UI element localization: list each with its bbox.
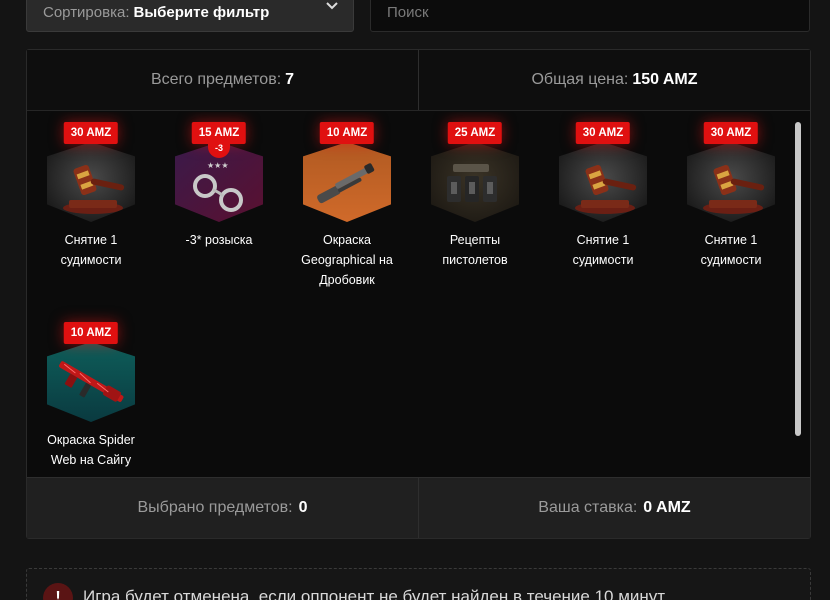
item-card[interactable]: 10 AMZ Окраска Spider Web на Сайгу xyxy=(31,312,151,472)
selection-summary: Выбрано предметов: 0 Ваша ставка: 0 AMZ xyxy=(27,477,810,538)
inventory-summary: Всего предметов: 7 Общая цена: 150 AMZ xyxy=(27,50,810,111)
item-name: Рецепты пистолетов xyxy=(415,230,535,270)
gavel-icon xyxy=(687,142,775,222)
item-name-line: Снятие 1 xyxy=(704,233,758,247)
search-input[interactable] xyxy=(370,0,810,32)
pistols-icon xyxy=(431,142,519,222)
price-badge: 30 AMZ xyxy=(63,122,119,144)
chevron-down-icon xyxy=(326,2,338,10)
item-name-line: судимости xyxy=(700,253,762,267)
scrollbar[interactable] xyxy=(795,122,801,436)
sort-value: Выберите фильтр xyxy=(133,3,270,21)
item-name-line: судимости xyxy=(60,253,122,267)
item-card[interactable]: 30 AMZ Снятие 1 судимости xyxy=(543,112,663,272)
item-card[interactable]: 30 AMZ Снятие 1 судимости xyxy=(671,112,791,272)
item-name-line: Снятие 1 xyxy=(64,233,118,247)
item-card[interactable]: 30 AMZ Снятие 1 судимости xyxy=(31,112,151,272)
item-name-line: пистолетов xyxy=(442,253,508,267)
bet-label: Ваша ставка: xyxy=(538,499,638,516)
selected-items-label: Выбрано предметов: xyxy=(137,499,293,516)
item-name-line: Web на Сайгу xyxy=(50,453,132,467)
shotgun-icon xyxy=(303,142,391,222)
item-name: Снятие 1 судимости xyxy=(671,230,791,270)
item-name: Окраска Geographical на Дробовик xyxy=(287,230,407,290)
total-items-value: 7 xyxy=(285,71,295,88)
item-name-line: Окраска Spider xyxy=(47,433,135,447)
gavel-icon xyxy=(47,142,135,222)
items-grid: 30 AMZ Снятие 1 судимости ★★★ -3 15 AMZ xyxy=(27,112,797,476)
item-name: Снятие 1 судимости xyxy=(543,230,663,270)
item-name: -3* розыска xyxy=(159,230,279,250)
total-items-stat: Всего предметов: 7 xyxy=(27,50,418,110)
price-badge: 30 AMZ xyxy=(703,122,759,144)
filter-bar: Сортировка: Выберите фильтр xyxy=(26,0,810,32)
item-name-line: Geographical на xyxy=(301,253,393,267)
selected-items-value: 0 xyxy=(298,499,308,516)
price-badge: 30 AMZ xyxy=(575,122,631,144)
item-name: Снятие 1 судимости xyxy=(31,230,151,270)
bet-stat: Ваша ставка: 0 AMZ xyxy=(418,478,810,538)
notice-text: Игра будет отменена, если оппонент не бу… xyxy=(83,587,666,600)
total-price-value: 150 AMZ xyxy=(632,71,698,88)
total-price-stat: Общая цена: 150 AMZ xyxy=(418,50,810,110)
wanted-stars: ★★★ xyxy=(207,161,229,170)
item-name-line: Рецепты xyxy=(449,233,501,247)
gavel-icon xyxy=(559,142,647,222)
item-name-line: -3* розыска xyxy=(185,233,253,247)
inventory-panel: Всего предметов: 7 Общая цена: 150 AMZ 3… xyxy=(26,49,811,539)
item-card[interactable]: 10 AMZ Окраска Geographical на Дробовик xyxy=(287,112,407,292)
item-name: Окраска Spider Web на Сайгу xyxy=(31,430,151,470)
rifle-icon xyxy=(47,342,135,422)
item-card[interactable]: ★★★ -3 15 AMZ -3* розыска xyxy=(159,112,279,272)
sort-dropdown[interactable]: Сортировка: Выберите фильтр xyxy=(26,0,354,32)
item-name-line: Окраска xyxy=(322,233,372,247)
total-price-label: Общая цена: xyxy=(531,71,629,88)
alert-icon: ! xyxy=(43,583,73,600)
total-items-label: Всего предметов: xyxy=(150,71,282,88)
item-card[interactable]: 25 AMZ Рецепты пистолетов xyxy=(415,112,535,272)
sort-label: Сортировка: xyxy=(43,3,130,21)
selected-items-stat: Выбрано предметов: 0 xyxy=(27,478,418,538)
price-badge: 10 AMZ xyxy=(319,122,375,144)
bet-value: 0 AMZ xyxy=(643,499,691,516)
cancel-notice: ! Игра будет отменена, если оппонент не … xyxy=(26,568,811,600)
price-badge: 25 AMZ xyxy=(447,122,503,144)
price-badge: 10 AMZ xyxy=(63,322,119,344)
item-name-line: Дробовик xyxy=(319,273,375,287)
item-name-line: Снятие 1 xyxy=(576,233,630,247)
item-name-line: судимости xyxy=(572,253,634,267)
